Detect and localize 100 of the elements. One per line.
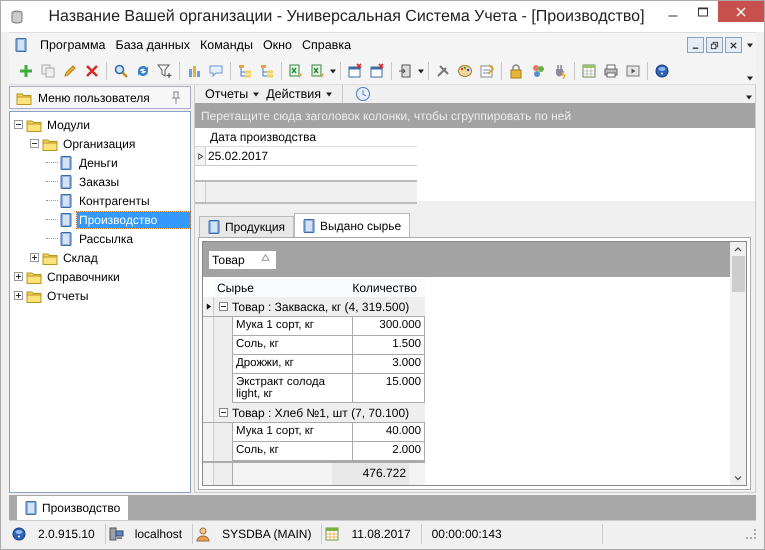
document-icon: [58, 212, 74, 228]
column-header[interactable]: Количество: [349, 279, 425, 297]
window-close-icon[interactable]: [347, 62, 363, 78]
user-icon: [195, 526, 212, 542]
tree-item[interactable]: Деньги: [77, 154, 120, 170]
document-icon: [206, 219, 222, 235]
collapse-toggle[interactable]: [219, 302, 228, 311]
status-text: 00:00:00:143: [432, 526, 502, 540]
tree-item[interactable]: Организация: [61, 136, 138, 152]
table-cell: 40.000: [353, 423, 425, 442]
panel-title: Меню пользователя: [38, 90, 151, 104]
scrollbar[interactable]: [730, 241, 747, 486]
filter-icon[interactable]: [157, 62, 173, 78]
close-icon[interactable]: [729, 40, 738, 50]
table-icon[interactable]: [581, 62, 597, 78]
menu-item[interactable]: Команды: [194, 38, 258, 52]
window-title: Название Вашей организации - Универсальная Система Учета - [Производство]: [47, 8, 646, 26]
form-edit-icon[interactable]: [479, 62, 495, 78]
menu-item[interactable]: Окно: [258, 38, 297, 52]
row-pointer-icon: [196, 152, 204, 160]
mdi-minimize-button[interactable]: [687, 37, 704, 53]
collapse-toggle[interactable]: [219, 408, 228, 417]
info-icon: [11, 526, 27, 542]
play-icon[interactable]: [625, 62, 641, 78]
database-icon: [9, 8, 25, 24]
total-cell: 476.722: [332, 463, 409, 485]
scroll-thumb[interactable]: [732, 256, 744, 292]
search-icon[interactable]: [113, 62, 129, 78]
collapse-toggle[interactable]: [14, 120, 23, 129]
tab[interactable]: Продукция: [199, 216, 294, 237]
clock-icon[interactable]: [355, 86, 371, 102]
row-header[interactable]: [195, 147, 206, 165]
caret-icon[interactable]: [325, 90, 333, 98]
tree-list-icon[interactable]: [237, 62, 253, 78]
printer-icon[interactable]: [603, 62, 619, 78]
table-cell: Дрожжи, кг: [233, 355, 354, 374]
delete-icon[interactable]: [84, 62, 100, 78]
column-header[interactable]: Дата производства: [206, 130, 316, 144]
table-cell-text: 25.02.2017: [207, 149, 268, 163]
tree-item[interactable]: Отчеты: [45, 288, 90, 304]
expand-toggle[interactable]: [30, 253, 39, 262]
resize-grip[interactable]: [746, 528, 756, 538]
row-pointer-icon: [204, 303, 212, 310]
status-text: localhost: [134, 526, 182, 540]
expand-toggle[interactable]: [14, 291, 23, 300]
caret-icon[interactable]: [746, 41, 754, 49]
document-icon: [23, 500, 39, 516]
sort-icon: [260, 252, 270, 262]
document-icon: [58, 174, 74, 190]
document-icon: [301, 218, 318, 234]
menu-item[interactable]: Программа: [35, 38, 110, 52]
close-button[interactable]: [718, 1, 764, 22]
tree-list-icon[interactable]: [259, 62, 275, 78]
mdi-close-button[interactable]: [725, 37, 742, 53]
column-header[interactable]: Сырье: [214, 279, 350, 297]
group-hint: Перетащите сюда заголовок колонки, чтобы сгруппировать по ней: [201, 108, 572, 122]
table-cell: 300.000: [353, 317, 425, 336]
document-icon: [58, 230, 74, 246]
add-icon[interactable]: [18, 62, 34, 78]
speech-bubble-icon[interactable]: [208, 62, 224, 78]
row-header[interactable]: [203, 297, 214, 316]
dropdown-button[interactable]: Действия: [266, 87, 333, 101]
dropdown-button[interactable]: Отчеты: [205, 87, 260, 101]
tree-item[interactable]: Модули: [45, 116, 92, 132]
server-icon: [108, 526, 124, 542]
palette-icon[interactable]: [457, 62, 473, 78]
spreadsheet-icon[interactable]: [310, 62, 326, 78]
status-text: SYSDBA (MAIN): [222, 526, 312, 540]
tree-item[interactable]: Заказы: [77, 174, 122, 190]
table-cell: Мука 1 сорт, кг: [233, 317, 354, 336]
users-icon[interactable]: [530, 62, 546, 78]
caret-icon[interactable]: [252, 90, 260, 98]
pencil-icon[interactable]: [62, 62, 78, 78]
group-column-chip[interactable]: Товар: [209, 250, 276, 268]
restore-icon[interactable]: [710, 40, 719, 50]
tree-item[interactable]: Контрагенты: [77, 192, 152, 208]
mdi-restore-button[interactable]: [706, 37, 723, 53]
menu-item[interactable]: База данных: [110, 38, 195, 52]
tree-item[interactable]: Рассылка: [77, 230, 136, 246]
status-text: 2.0.915.10: [38, 526, 95, 540]
lock-icon[interactable]: [508, 62, 524, 78]
spreadsheet-icon[interactable]: [288, 62, 304, 78]
menu-item[interactable]: Справка: [296, 38, 356, 52]
caret-icon[interactable]: [417, 66, 425, 74]
table-cell: 3.000: [353, 355, 425, 374]
collapse-toggle[interactable]: [30, 139, 39, 148]
calendar-icon: [324, 526, 340, 542]
tree-item[interactable]: Склад: [61, 250, 100, 266]
maximize-icon[interactable]: [698, 6, 708, 16]
table-cell: Соль, кг: [233, 336, 354, 355]
window-close-icon[interactable]: [369, 62, 385, 78]
tab[interactable]: Выдано сырье: [294, 213, 410, 237]
caret-icon[interactable]: [329, 66, 337, 74]
document-icon: [58, 154, 74, 170]
expand-toggle[interactable]: [14, 272, 23, 281]
document-tab[interactable]: Производство: [17, 496, 128, 520]
tree-item[interactable]: Справочники: [45, 268, 122, 284]
info-icon[interactable]: [654, 62, 670, 78]
table-cell: 1.500: [353, 336, 425, 355]
status-text: 11.08.2017: [351, 526, 411, 540]
